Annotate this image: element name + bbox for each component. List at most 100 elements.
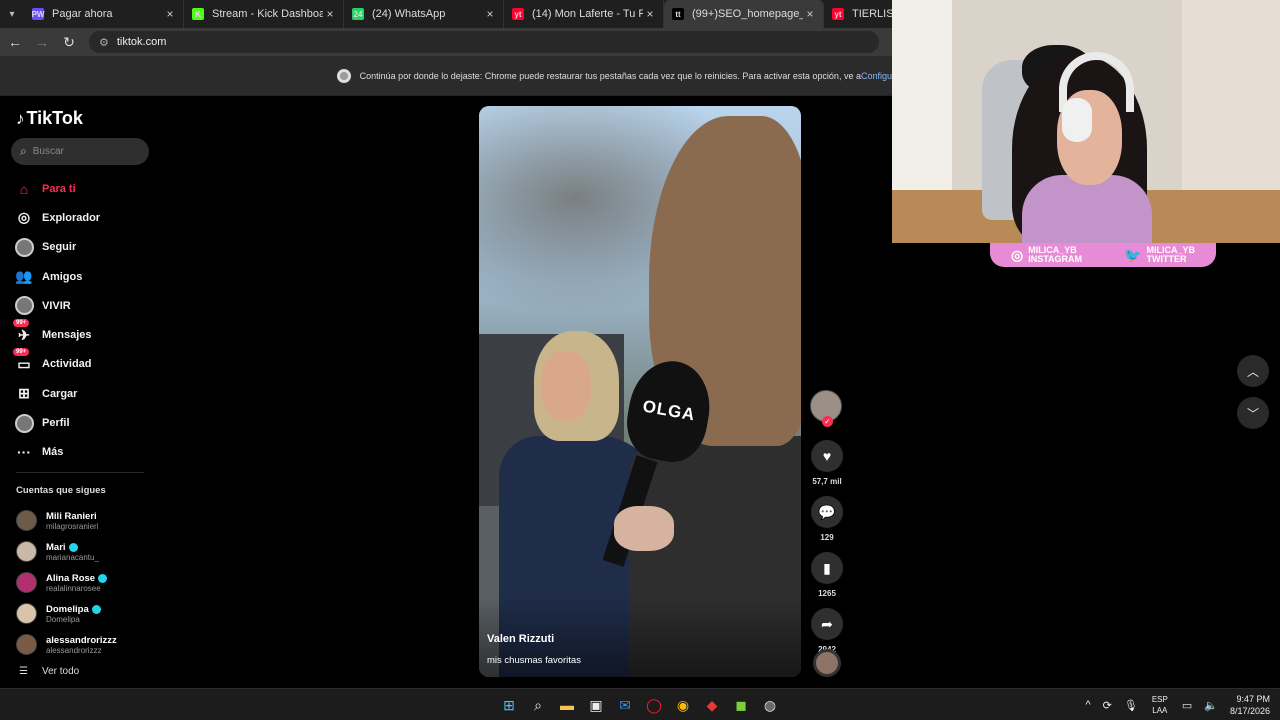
nav-item[interactable]: VIVIR [14, 291, 100, 320]
tiktok-logo[interactable]: ♪ TikTok [16, 108, 83, 129]
video-player[interactable]: OLGA Valen Rizzuti mis chusmas favoritas [479, 106, 801, 677]
comment-icon[interactable]: 💬 [811, 496, 843, 528]
webcam-overlay [892, 0, 1280, 243]
tab-title: (99+)SEO_homepage_title [692, 8, 803, 20]
follow-plus-icon[interactable]: ✓ [822, 416, 833, 427]
twitter-bird-icon: 🐦 [1124, 246, 1142, 263]
nav-item[interactable]: ✈ 99+ Mensajes [13, 319, 100, 349]
comment-action[interactable]: 💬 129 [810, 496, 844, 542]
nav-item-label: Seguir [42, 241, 77, 254]
search-input[interactable]: ⌕ Buscar [11, 138, 149, 165]
language-indicator[interactable]: ESP LAA [1152, 694, 1168, 716]
avatar [14, 237, 34, 257]
upload-icon: ⊞ [18, 385, 30, 402]
site-info-icon[interactable]: ⚙ [99, 36, 109, 49]
tab-search-dropdown-icon[interactable]: ▾ [0, 0, 24, 28]
tiktok-sidebar: ♪ TikTok ⌕ Buscar ⌂ Para ti ◎ Explorador Seg… [0, 96, 160, 688]
next-video-chevron-down-icon[interactable]: ﹀ [1237, 397, 1269, 429]
video-actions: ✓ ♥ 57,7 mil 💬 129 ▮ 1265 ➦ 2942 [810, 390, 844, 664]
heart-icon[interactable]: ♥ [811, 440, 843, 472]
verified-badge-icon [68, 542, 78, 552]
address-bar[interactable]: ⚙ tiktok.com [89, 31, 879, 53]
close-tab-icon[interactable]: × [323, 7, 337, 21]
restore-tabs-infobar: Continúa por donde lo dejaste: Chrome pu… [0, 56, 892, 96]
following-account[interactable]: Mili Ranieri milagrosranieri [16, 505, 117, 536]
nav-item[interactable]: ⊞ Cargar [14, 379, 100, 408]
nav-item[interactable]: Seguir [14, 233, 100, 262]
browser-tab[interactable]: yt (14) Mon Laferte - Tu Falta De Querer× [504, 0, 664, 28]
close-tab-icon[interactable]: × [163, 7, 177, 21]
close-tab-icon[interactable]: × [803, 7, 817, 21]
mail-icon[interactable]: ✉ [613, 693, 637, 717]
nav-item[interactable]: ◎ Explorador [14, 203, 100, 232]
reload-icon[interactable]: ↻ [57, 30, 81, 54]
see-all-button[interactable]: ☰ Ver todo [19, 666, 79, 677]
nav-item[interactable]: ▭ 99+ Actividad [13, 348, 100, 379]
network-icon[interactable]: ▭ [1182, 699, 1192, 712]
following-account[interactable]: Mari marianacantu_ [16, 536, 117, 567]
windows-start-icon[interactable]: ⊞ [497, 693, 521, 717]
browser-tab[interactable]: tt (99+)SEO_homepage_title× [664, 0, 824, 28]
instagram-icon: ◎ [1010, 246, 1024, 263]
browser-tab[interactable]: PW Pagar ahora × [24, 0, 184, 28]
nav-item[interactable]: 👥 Amigos [14, 262, 100, 291]
following-account[interactable]: Domelipa Domelipa [16, 598, 117, 629]
creator-avatar[interactable]: ✓ [810, 390, 842, 427]
chevron-up-icon[interactable]: ^ [1085, 699, 1090, 711]
opera-icon[interactable]: ◯ [642, 693, 666, 717]
nav-item[interactable]: Perfil [14, 408, 100, 437]
account-handle: milagrosranieri [46, 521, 99, 531]
following-account[interactable]: Alina Rose realalinnarosee [16, 567, 117, 598]
notification-badge: 99+ [13, 348, 30, 357]
nav-item-label: Cargar [42, 387, 78, 400]
account-name: alessandrorizzz [46, 635, 117, 646]
bookmark-icon[interactable]: ▮ [811, 552, 843, 584]
like-action[interactable]: ♥ 57,7 mil [810, 440, 844, 486]
search-icon[interactable]: ⌕ [526, 693, 550, 717]
account-name: Mili Ranieri [46, 511, 98, 522]
streaming-app-icon[interactable]: ◆ [700, 693, 724, 717]
activity-icon: ▭ 99+ [13, 348, 34, 374]
nav-item[interactable]: ⌂ Para ti [14, 174, 100, 203]
system-tray: ^ ⟳ 🎙 ESP LAA ▭ 🔈 9:47 PM 8/17/2026 [1079, 689, 1270, 720]
following-title: Cuentas que sigues [16, 485, 106, 496]
share-action[interactable]: ➦ 2942 [810, 608, 844, 654]
nav-item[interactable]: ··· Más [14, 438, 100, 467]
main-nav: ⌂ Para ti ◎ Explorador Seguir 👥 Amigos VIVIR ✈ 99… [13, 174, 100, 467]
back-arrow-icon[interactable]: ← [3, 30, 27, 54]
store-icon[interactable]: ▣ [584, 693, 608, 717]
home-icon: ⌂ [19, 180, 29, 197]
see-all-label: Ver todo [41, 666, 80, 677]
instagram-item: ◎ MILICA_YB INSTAGRAM [1011, 246, 1082, 264]
close-tab-icon[interactable]: × [483, 7, 497, 21]
previous-video-chevron-up-icon[interactable]: ︿ [1237, 355, 1269, 387]
account-handle: marianacantu_ [46, 552, 99, 562]
chrome-icon[interactable]: ◉ [671, 693, 695, 717]
nav-item-label: Para ti [42, 182, 76, 195]
clock[interactable]: 9:47 PM 8/17/2026 [1230, 693, 1270, 717]
infobar-settings-link[interactable]: Configu [861, 71, 892, 81]
nav-item-label: Perfil [42, 417, 70, 430]
microphone-icon[interactable]: 🎙 [1124, 699, 1138, 712]
avatar [16, 572, 37, 593]
minecraft-icon[interactable]: ◼ [729, 693, 753, 717]
following-account[interactable]: alessandrorizzz alessandrorizzz [16, 629, 117, 660]
file-explorer-icon[interactable]: ▬ [555, 693, 579, 717]
browser-tab[interactable]: K Stream - Kick Dashboard × [184, 0, 344, 28]
chrome-logo-icon [336, 68, 351, 83]
close-tab-icon[interactable]: × [643, 7, 657, 21]
share-arrow-icon[interactable]: ➦ [811, 608, 843, 640]
url-text: tiktok.com [116, 36, 167, 48]
account-name-text: Domelipa [46, 603, 89, 615]
save-action[interactable]: ▮ 1265 [810, 552, 844, 598]
tab-title: (24) WhatsApp [372, 8, 446, 20]
divider [16, 472, 144, 473]
volume-icon[interactable]: 🔈 [1204, 699, 1218, 712]
obs-icon[interactable]: ◍ [758, 693, 782, 717]
browser-tab[interactable]: 24 (24) WhatsApp × [344, 0, 504, 28]
music-disc-icon[interactable] [813, 649, 841, 677]
video-author[interactable]: Valen Rizzuti [487, 633, 554, 645]
tab-title: (14) Mon Laferte - Tu Falta De Querer [532, 8, 643, 20]
sync-icon[interactable]: ⟳ [1103, 699, 1112, 712]
forward-arrow-icon[interactable]: → [30, 30, 54, 54]
